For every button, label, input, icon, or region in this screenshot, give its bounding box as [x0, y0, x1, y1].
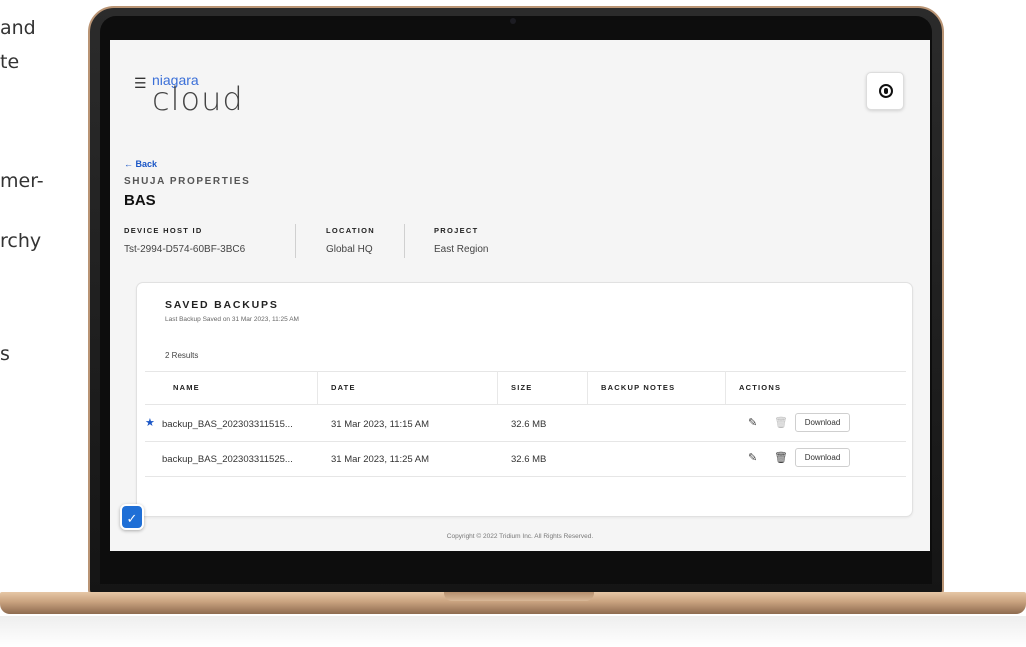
column-separator — [725, 371, 726, 405]
meta-device-host-id: DEVICE HOST ID Tst-2994-D574-60BF-3BC6 — [124, 226, 245, 255]
backup-date: 31 Mar 2023, 11:25 AM — [331, 454, 430, 465]
table-divider — [145, 404, 906, 405]
last-backup-text: Last Backup Saved on 31 Mar 2023, 11:25 … — [165, 316, 299, 323]
camera-icon — [510, 18, 516, 24]
column-separator — [497, 371, 498, 405]
meta-label: DEVICE HOST ID — [124, 226, 203, 235]
meta-label: LOCATION — [326, 226, 376, 235]
shield-check-icon[interactable]: ✓ — [120, 504, 144, 530]
column-separator — [317, 371, 318, 405]
back-link[interactable]: ← Back — [124, 159, 157, 169]
row-divider — [145, 476, 906, 477]
table-row[interactable]: ★ backup_BAS_202303311515... 31 Mar 2023… — [145, 407, 906, 441]
column-header-size[interactable]: SIZE — [511, 383, 532, 392]
user-icon — [879, 84, 893, 98]
table-divider — [145, 371, 906, 372]
backup-name[interactable]: backup_BAS_202303311515... — [162, 419, 293, 430]
backup-date: 31 Mar 2023, 11:15 AM — [331, 419, 430, 430]
meta-location: LOCATION Global HQ — [326, 226, 375, 255]
column-header-backup-notes[interactable]: BACKUP NOTES — [601, 383, 675, 392]
meta-label: PROJECT — [434, 226, 479, 235]
card-title: SAVED BACKUPS — [165, 299, 279, 311]
logo-cloud: cloud — [152, 80, 244, 118]
meta-divider — [404, 224, 405, 258]
user-menu-button[interactable] — [866, 72, 904, 110]
edit-icon[interactable]: ✎ — [748, 451, 757, 464]
meta-value: Tst-2994-D574-60BF-3BC6 — [124, 244, 246, 255]
meta-value: Global HQ — [326, 244, 373, 255]
app-screen: ☰ niagara cloud ← Back SHUJA PROPERTIES … — [110, 40, 930, 551]
company-name: SHUJA PROPERTIES — [124, 176, 251, 187]
meta-divider — [295, 224, 296, 258]
download-button[interactable]: Download — [795, 448, 850, 467]
saved-backups-card: SAVED BACKUPS Last Backup Saved on 31 Ma… — [136, 282, 913, 517]
trash-icon[interactable]: 🗑 — [774, 451, 788, 464]
marketing-line: te — [0, 51, 20, 73]
laptop-notch — [444, 592, 594, 601]
laptop-reflection — [0, 616, 1026, 647]
marketing-line: s — [0, 343, 10, 365]
backup-size: 32.6 MB — [511, 454, 547, 465]
backup-size: 32.6 MB — [511, 419, 547, 430]
column-separator — [587, 371, 588, 405]
marketing-line: mer- — [0, 170, 44, 192]
star-icon[interactable]: ★ — [145, 416, 155, 429]
backup-name[interactable]: backup_BAS_202303311525... — [162, 454, 293, 465]
table-row[interactable]: backup_BAS_202303311525... 31 Mar 2023, … — [145, 442, 906, 476]
column-header-date[interactable]: DATE — [331, 383, 356, 392]
page-title: BAS — [124, 192, 156, 209]
column-header-actions: ACTIONS — [739, 383, 782, 392]
marketing-line: rchy — [0, 230, 42, 252]
meta-project: PROJECT East Region — [434, 226, 488, 255]
results-count: 2 Results — [165, 351, 199, 360]
trash-icon[interactable]: 🗑 — [774, 416, 788, 429]
download-button[interactable]: Download — [795, 413, 850, 432]
footer-copyright: Copyright © 2022 Tridium Inc. All Rights… — [446, 533, 594, 540]
column-header-name[interactable]: NAME — [173, 383, 200, 392]
meta-value: East Region — [434, 244, 489, 255]
hamburger-icon[interactable]: ☰ — [134, 75, 147, 92]
edit-icon[interactable]: ✎ — [748, 416, 757, 429]
marketing-line: and — [0, 17, 36, 39]
